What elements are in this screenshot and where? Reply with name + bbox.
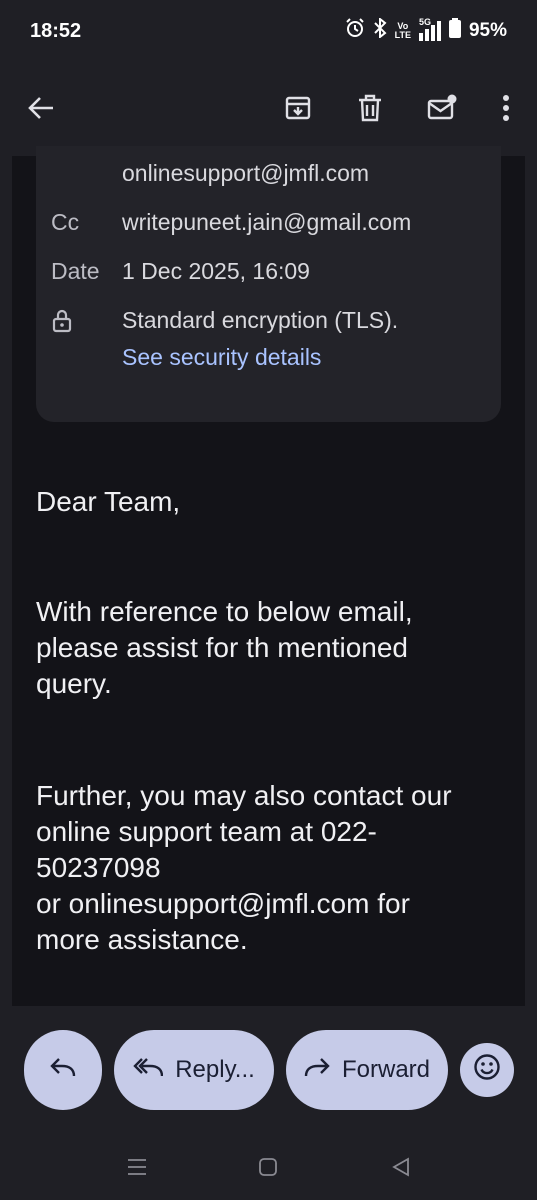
lock-icon bbox=[52, 309, 72, 339]
status-bar: 18:52 Vo LTE 5G 95% bbox=[0, 0, 537, 66]
back-nav-button[interactable] bbox=[386, 1154, 416, 1184]
emoji-reaction-button[interactable] bbox=[460, 1043, 514, 1097]
reply-all-icon bbox=[133, 1056, 164, 1085]
to-value: onlinesupport@jmfl.com bbox=[122, 160, 370, 186]
home-button[interactable] bbox=[253, 1154, 283, 1184]
greeting: Dear Team, bbox=[36, 486, 181, 517]
app-bar bbox=[0, 66, 537, 156]
email-actions-bar: Reply... Forward bbox=[0, 1006, 537, 1200]
emoji-icon bbox=[473, 1053, 501, 1088]
reply-icon bbox=[50, 1056, 76, 1085]
back-button[interactable] bbox=[17, 86, 65, 134]
cc-label: Cc bbox=[51, 209, 80, 235]
email-content: onlinesupport@jmfl.com Cc writepuneet.ja… bbox=[12, 146, 525, 1006]
signal-icon: 5G bbox=[418, 17, 441, 41]
recents-button[interactable] bbox=[122, 1154, 152, 1184]
paragraph-1: With reference to below email, please as… bbox=[36, 596, 413, 699]
battery-icon bbox=[448, 18, 461, 43]
reply-all-button[interactable]: Reply... bbox=[114, 1030, 274, 1110]
delete-icon bbox=[357, 94, 383, 127]
forward-icon bbox=[304, 1056, 330, 1085]
date-value: 1 Dec 2025, 16:09 bbox=[122, 258, 310, 284]
battery-percent: 95% bbox=[468, 19, 507, 41]
back-arrow-icon bbox=[27, 94, 55, 127]
more-options-button[interactable] bbox=[482, 86, 530, 134]
forward-button[interactable]: Forward bbox=[286, 1030, 448, 1110]
system-nav-bar bbox=[0, 1140, 537, 1200]
mark-unread-icon bbox=[427, 94, 457, 127]
cc-value: writepuneet.jain@gmail.com bbox=[122, 209, 412, 235]
back-triangle-icon bbox=[392, 1156, 410, 1182]
archive-button[interactable] bbox=[274, 86, 322, 134]
bluetooth-icon bbox=[373, 16, 387, 43]
home-icon bbox=[258, 1157, 278, 1182]
volte-indicator: Vo LTE bbox=[394, 20, 411, 40]
status-icons: Vo LTE 5G 95% bbox=[345, 16, 507, 43]
reply-button[interactable] bbox=[24, 1030, 102, 1110]
forward-label: Forward bbox=[341, 1056, 431, 1083]
status-time: 18:52 bbox=[30, 20, 82, 42]
mark-unread-button[interactable] bbox=[418, 86, 466, 134]
archive-icon bbox=[284, 94, 312, 127]
reply-all-label: Reply... bbox=[175, 1056, 255, 1083]
paragraph-2: Further, you may also contact our online… bbox=[36, 780, 452, 955]
delete-button[interactable] bbox=[346, 86, 394, 134]
encryption-text: Standard encryption (TLS). bbox=[122, 307, 399, 333]
security-details-link[interactable]: See security details bbox=[122, 344, 321, 371]
alarm-icon bbox=[345, 18, 365, 43]
date-label: Date bbox=[51, 258, 100, 284]
message-details-card: onlinesupport@jmfl.com Cc writepuneet.ja… bbox=[36, 146, 501, 422]
recents-icon bbox=[127, 1158, 147, 1181]
more-vert-icon bbox=[502, 94, 510, 127]
